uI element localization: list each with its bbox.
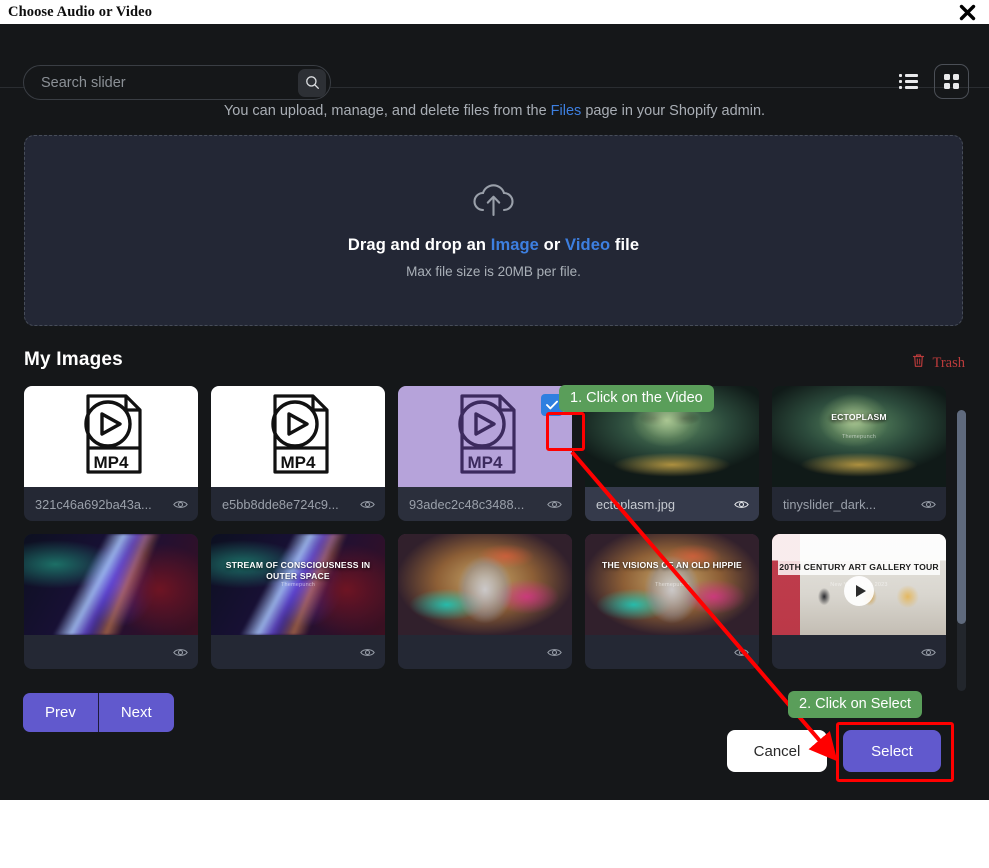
file-card[interactable] bbox=[24, 534, 198, 669]
file-grid: MP4 321c46a692ba43a... MP4 e5bb8dde8e724c9.… bbox=[24, 386, 965, 669]
dropzone-prefix: Drag and drop an bbox=[347, 236, 491, 254]
modal-titlebar: Choose Audio or Video bbox=[0, 0, 989, 24]
trash-label: Trash bbox=[932, 354, 965, 371]
upload-cloud-icon bbox=[471, 182, 516, 224]
file-thumbnail bbox=[24, 534, 198, 635]
file-card[interactable]: ECTOPLASM Themepunch tinyslider_dark... bbox=[772, 386, 946, 521]
eye-icon[interactable] bbox=[921, 647, 936, 658]
file-name: 321c46a692ba43a... bbox=[35, 496, 152, 512]
eye-icon[interactable] bbox=[921, 499, 936, 510]
info-prefix: You can upload, manage, and delete files… bbox=[223, 103, 551, 119]
file-card[interactable]: MP4 321c46a692ba43a... bbox=[24, 386, 198, 521]
choose-audio-or-video-modal: Choose Audio or Video Search slider You … bbox=[0, 0, 989, 800]
eye-icon[interactable] bbox=[360, 647, 375, 658]
file-dropzone[interactable]: Drag and drop an Image or Video file Max… bbox=[24, 135, 963, 326]
eye-icon[interactable] bbox=[173, 647, 188, 658]
info-suffix: page in your Shopify admin. bbox=[581, 103, 766, 119]
dropzone-middle: or bbox=[538, 236, 566, 254]
search-toolbar bbox=[0, 24, 989, 100]
file-thumbnail: 20TH CENTURY ART GALLERY TOURNew York | … bbox=[772, 534, 946, 635]
thumbnail-overlay-title: 20TH CENTURY ART GALLERY TOUR bbox=[778, 560, 940, 575]
file-name: ectoplasm.jpg bbox=[596, 496, 675, 512]
trash-button[interactable]: Trash bbox=[912, 353, 965, 373]
next-button[interactable]: Next bbox=[97, 693, 174, 732]
file-card[interactable]: MP4 e5bb8dde8e724c9... bbox=[211, 386, 385, 521]
thumbnail-overlay-subtitle: Themepunch bbox=[280, 582, 316, 589]
eye-icon[interactable] bbox=[734, 647, 749, 658]
eye-icon[interactable] bbox=[360, 499, 375, 510]
file-card[interactable] bbox=[398, 534, 572, 669]
eye-icon[interactable] bbox=[547, 647, 562, 658]
select-button[interactable]: Select bbox=[843, 730, 941, 772]
thumbnail-overlay-subtitle: Themepunch bbox=[654, 582, 690, 589]
thumbnail-overlay-title: STREAM OF CONSCIOUSNESS IN OUTER SPACE bbox=[225, 560, 371, 581]
file-thumbnail: MP4 bbox=[24, 386, 198, 487]
file-thumbnail: MP4 bbox=[211, 386, 385, 487]
file-card-footer: ectoplasm.jpg bbox=[585, 487, 759, 521]
eye-icon[interactable] bbox=[547, 499, 562, 510]
file-card-footer bbox=[398, 635, 572, 669]
search-input[interactable] bbox=[24, 66, 298, 99]
search-icon[interactable] bbox=[298, 68, 326, 97]
file-card-footer: tinyslider_dark... bbox=[772, 487, 946, 521]
close-icon[interactable] bbox=[954, 0, 980, 24]
file-name: 93adec2c48c3488... bbox=[409, 496, 525, 512]
file-thumbnail: STREAM OF CONSCIOUSNESS IN OUTER SPACE Th… bbox=[211, 534, 385, 635]
file-grid-viewport: MP4 321c46a692ba43a... MP4 e5bb8dde8e724c9.… bbox=[24, 386, 965, 671]
dropzone-suffix: file bbox=[610, 236, 640, 254]
file-thumbnail: MP4 bbox=[398, 386, 572, 487]
file-thumbnail bbox=[398, 534, 572, 635]
file-thumbnail: ECTOPLASM Themepunch bbox=[772, 386, 946, 487]
play-icon[interactable] bbox=[844, 575, 874, 606]
file-grid-scrollbar[interactable] bbox=[957, 410, 966, 691]
file-card[interactable]: 20TH CENTURY ART GALLERY TOURNew York | … bbox=[772, 534, 946, 669]
trash-icon bbox=[912, 353, 925, 373]
cancel-button[interactable]: Cancel bbox=[727, 730, 827, 772]
eye-icon[interactable] bbox=[734, 499, 749, 510]
thumbnail-artwork bbox=[24, 534, 198, 635]
view-toggle-group bbox=[891, 64, 969, 99]
file-thumbnail: THE VISIONS OF AN OLD HIPPIE Themepunch bbox=[585, 534, 759, 635]
dropzone-main-text: Drag and drop an Image or Video file bbox=[348, 236, 639, 255]
file-card-footer: e5bb8dde8e724c9... bbox=[211, 487, 385, 521]
search-field-wrapper bbox=[23, 65, 331, 100]
file-name: tinyslider_dark... bbox=[783, 496, 877, 512]
file-card-footer bbox=[772, 635, 946, 669]
annotation-step-1: 1. Click on the Video bbox=[559, 385, 714, 412]
image-link[interactable]: Image bbox=[491, 236, 539, 254]
pagination-controls: Prev Next bbox=[23, 693, 174, 732]
file-card-footer bbox=[211, 635, 385, 669]
prev-button[interactable]: Prev bbox=[23, 693, 98, 732]
files-link[interactable]: Files bbox=[551, 103, 582, 119]
file-card-footer bbox=[24, 635, 198, 669]
file-card-footer: 321c46a692ba43a... bbox=[24, 487, 198, 521]
file-card-footer: 93adec2c48c3488... bbox=[398, 487, 572, 521]
file-card[interactable]: STREAM OF CONSCIOUSNESS IN OUTER SPACE Th… bbox=[211, 534, 385, 669]
grid-view-icon[interactable] bbox=[934, 64, 969, 99]
file-card-footer bbox=[585, 635, 759, 669]
library-title: My Images bbox=[24, 349, 123, 370]
dropzone-max-size-text: Max file size is 20MB per file. bbox=[406, 264, 581, 279]
thumbnail-overlay-subtitle: Themepunch bbox=[841, 434, 877, 441]
scrollbar-thumb[interactable] bbox=[957, 410, 966, 624]
file-card[interactable]: THE VISIONS OF AN OLD HIPPIE Themepunch bbox=[585, 534, 759, 669]
page-title: Choose Audio or Video bbox=[8, 3, 153, 20]
list-view-icon[interactable] bbox=[891, 64, 926, 99]
file-name: e5bb8dde8e724c9... bbox=[222, 496, 339, 512]
thumbnail-overlay-title: ECTOPLASM bbox=[831, 412, 887, 423]
eye-icon[interactable] bbox=[173, 499, 188, 510]
thumbnail-artwork bbox=[398, 534, 572, 635]
file-card[interactable]: MP4 93adec2c48c3488... bbox=[398, 386, 572, 521]
annotation-step-2: 2. Click on Select bbox=[788, 691, 923, 718]
library-header: My Images Trash bbox=[24, 349, 965, 379]
video-link[interactable]: Video bbox=[565, 236, 610, 254]
thumbnail-overlay-title: THE VISIONS OF AN OLD HIPPIE bbox=[602, 560, 742, 571]
